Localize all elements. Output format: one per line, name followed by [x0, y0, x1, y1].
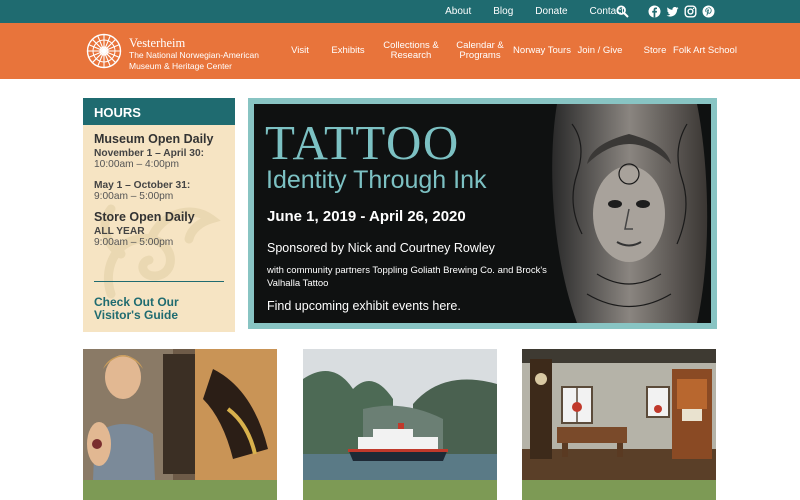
hours-heading: HOURS — [83, 98, 235, 125]
visitors-guide-link[interactable]: Check Out Our Visitor's Guide — [94, 296, 224, 321]
period1-label: November 1 – April 30: — [94, 148, 205, 159]
instagram-icon[interactable] — [684, 5, 697, 18]
hours-panel: HOURS Museum Open Daily November 1 – Apr… — [83, 98, 235, 332]
banner-sponsor: Sponsored by Nick and Courtney Rowley — [267, 241, 495, 255]
store-label: ALL YEAR — [94, 226, 145, 237]
card-footer — [303, 480, 497, 500]
woman-tattoo-photo — [83, 349, 277, 480]
card-footer — [522, 480, 716, 500]
banner-subtitle: Identity Through Ink — [266, 166, 487, 194]
historic-room-photo — [522, 349, 716, 480]
twitter-icon[interactable] — [666, 5, 679, 18]
main-header: Vesterheim The National Norwegian-Americ… — [0, 23, 800, 79]
nav-calendar-programs[interactable]: Calendar & Programs — [445, 23, 515, 79]
period2-time: 9:00am – 5:00pm — [94, 191, 174, 202]
nav-label: Calendar & Programs — [456, 40, 504, 61]
museum-hours-title: Museum Open Daily — [94, 132, 214, 146]
card-footer — [83, 480, 277, 500]
divider — [94, 281, 224, 282]
exhibit-banner[interactable]: TATTOO Identity Through Ink June 1, 2019… — [248, 98, 717, 329]
nav-collections-research[interactable]: Collections & Research — [376, 23, 446, 79]
top-utility-bar: About Blog Donate Contact — [0, 0, 800, 23]
utility-links: About Blog Donate Contact — [423, 0, 624, 23]
banner-partners: with community partners Toppling Goliath… — [267, 265, 547, 289]
card-historic-interior[interactable] — [522, 349, 716, 500]
blog-link[interactable]: Blog — [493, 6, 513, 17]
banner-title: TATTOO — [265, 115, 460, 170]
vesterheim-logo-icon[interactable] — [86, 33, 122, 69]
period1-time: 10:00am – 4:00pm — [94, 159, 179, 170]
pinterest-icon[interactable] — [702, 5, 715, 18]
card-norway-cruise[interactable] — [303, 349, 497, 500]
brand-subtitle: The National Norwegian-American Museum &… — [129, 50, 259, 71]
card-tattoo-visitor[interactable] — [83, 349, 277, 500]
hours-body: Museum Open Daily November 1 – April 30:… — [83, 125, 235, 249]
tattooed-arm-image — [547, 104, 711, 323]
banner-inner: TATTOO Identity Through Ink June 1, 2019… — [254, 104, 711, 323]
brand-name[interactable]: Vesterheim — [129, 36, 185, 51]
nav-folk-art-school[interactable]: Folk Art School — [670, 23, 740, 79]
social-links — [648, 5, 720, 18]
donate-link[interactable]: Donate — [535, 6, 567, 17]
store-hours-title: Store Open Daily — [94, 210, 195, 224]
nav-label: Folk Art School — [673, 45, 737, 56]
about-link[interactable]: About — [445, 6, 471, 17]
fjord-ship-photo — [303, 349, 497, 480]
store-time: 9:00am – 5:00pm — [94, 237, 174, 248]
banner-dates: June 1, 2019 - April 26, 2020 — [267, 208, 466, 225]
nav-label: Collections & Research — [383, 40, 439, 61]
banner-cta[interactable]: Find upcoming exhibit events here. — [267, 299, 461, 313]
search-icon[interactable] — [616, 5, 629, 18]
period2-label: May 1 – October 31: — [94, 180, 191, 191]
nav-label: Exhibits — [331, 45, 365, 56]
facebook-icon[interactable] — [648, 5, 661, 18]
nav-exhibits[interactable]: Exhibits — [313, 23, 383, 79]
